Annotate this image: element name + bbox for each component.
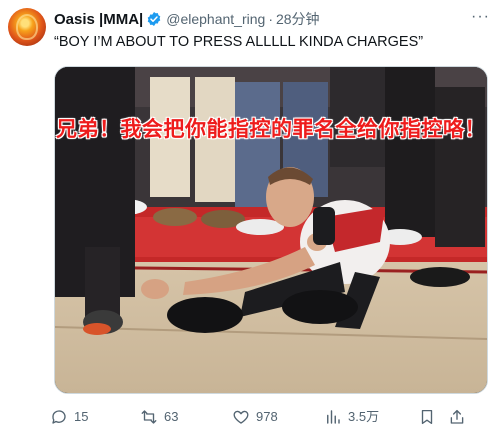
post-header: Oasis |MMA| @elephant_ring · 28分钟 ··· bbox=[54, 8, 490, 30]
verified-badge-icon bbox=[146, 11, 162, 27]
bookmark-button[interactable] bbox=[418, 404, 442, 430]
post-avatar[interactable] bbox=[8, 8, 46, 46]
like-count: 978 bbox=[256, 409, 278, 424]
meta-separator: · bbox=[268, 11, 273, 27]
share-icon bbox=[450, 409, 464, 424]
post-text: “BOY I’M ABOUT TO PRESS ALLLLL KINDA CHA… bbox=[54, 34, 424, 50]
post-actions: 15 63 978 3.5万 bbox=[50, 404, 490, 430]
repost-icon bbox=[141, 410, 157, 424]
views-count: 3.5万 bbox=[348, 409, 380, 424]
video-subtitle: 兄弟！我会把你能指控的罪名全给你指控咯！ bbox=[56, 117, 486, 141]
heart-icon bbox=[233, 410, 249, 424]
reply-count: 15 bbox=[74, 409, 89, 424]
author-handle[interactable]: @elephant_ring bbox=[166, 11, 265, 27]
reply-icon bbox=[52, 410, 66, 424]
post-time[interactable]: 28分钟 bbox=[276, 9, 320, 29]
post-video[interactable]: 兄弟！我会把你能指控的罪名全给你指控咯！ bbox=[54, 66, 488, 394]
views-chart-icon bbox=[327, 410, 340, 424]
views-button[interactable]: 3.5万 bbox=[324, 404, 379, 430]
reply-button[interactable]: 15 bbox=[50, 404, 88, 430]
like-button[interactable]: 978 bbox=[232, 404, 278, 430]
repost-button[interactable]: 63 bbox=[140, 404, 178, 430]
share-button[interactable] bbox=[448, 404, 472, 430]
bookmark-icon bbox=[421, 409, 433, 425]
more-options-icon[interactable]: ··· bbox=[471, 8, 490, 26]
repost-count: 63 bbox=[164, 409, 179, 424]
author-name[interactable]: Oasis |MMA| bbox=[54, 11, 143, 28]
